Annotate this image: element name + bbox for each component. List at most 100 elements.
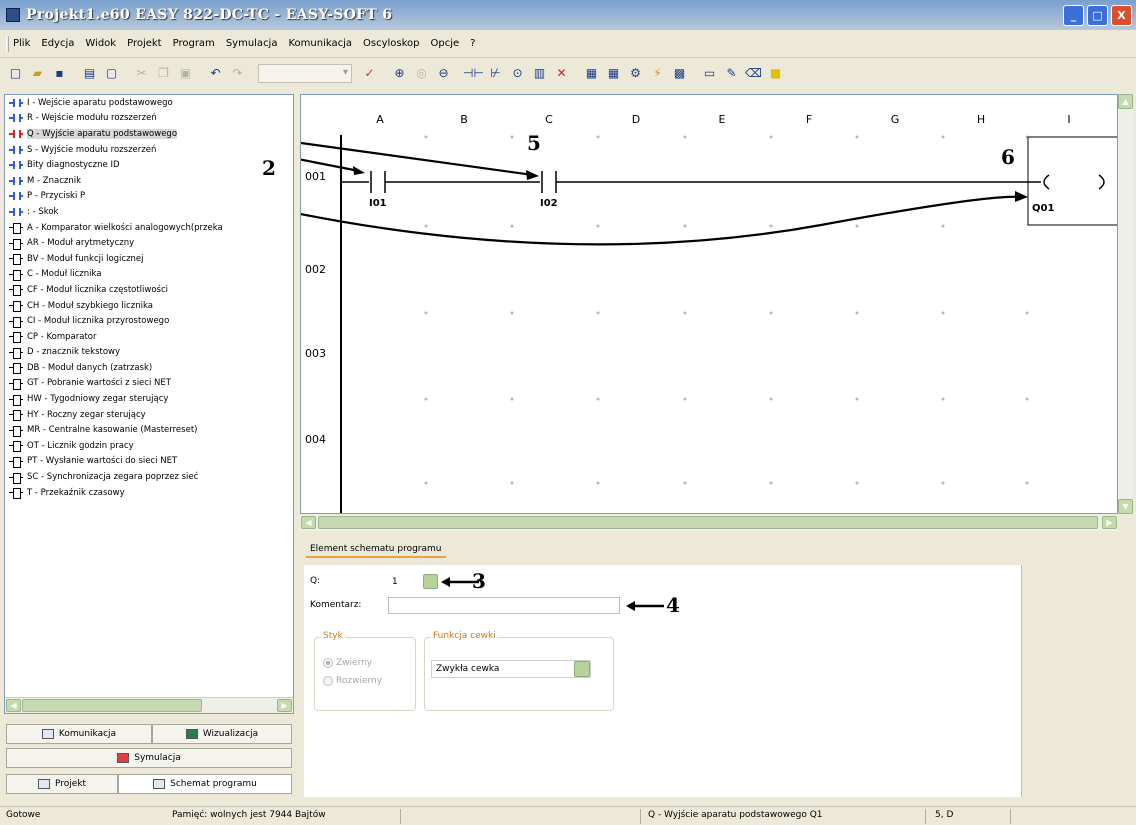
print-icon[interactable]: ▤	[80, 64, 99, 83]
zoom-out-icon[interactable]: ⊖	[434, 64, 453, 83]
arrowhead-i01	[353, 166, 365, 175]
contact-icon	[9, 176, 23, 185]
dropdown-arrow-icon[interactable]	[574, 661, 590, 677]
save-icon[interactable]: ▪	[50, 64, 69, 83]
dropdown-arrow-icon[interactable]	[423, 574, 438, 589]
insert-coil-icon[interactable]: ⊙	[508, 64, 527, 83]
tree-item[interactable]: DB - Moduł danych (zatrzask)	[5, 360, 293, 376]
tree-item-selected[interactable]: Q - Wyjście aparatu podstawowego	[5, 126, 293, 142]
scroll-left-icon[interactable]: ◀	[301, 516, 316, 529]
menu-oscyloskop[interactable]: Oscyloskop	[363, 38, 420, 49]
tree-item[interactable]: GT - Pobranie wartości z sieci NET	[5, 376, 293, 392]
view-blocks-icon[interactable]: ▩	[670, 64, 689, 83]
menu-help[interactable]: ?	[470, 38, 475, 49]
annotation-5: 5	[527, 131, 541, 155]
scroll-down-icon[interactable]: ▼	[1118, 499, 1133, 514]
tree-item[interactable]: CP - Komparator	[5, 329, 293, 345]
tree-horizontal-scrollbar[interactable]: ◀ ▶	[5, 697, 293, 713]
tree-item[interactable]: PT - Wysłanie wartości do sieci NET	[5, 454, 293, 470]
eraser-icon[interactable]: ⌫	[744, 64, 763, 83]
copy-icon[interactable]: ❐	[154, 64, 173, 83]
undo-icon[interactable]: ↶	[206, 64, 225, 83]
tree-item[interactable]: OT - Licznik godzin pracy	[5, 438, 293, 454]
insert-contact-icon[interactable]: ⊣⊢	[463, 64, 484, 83]
scroll-right-icon[interactable]: ▶	[1102, 516, 1117, 529]
annotation-2: 2	[262, 156, 276, 180]
view-network-icon[interactable]: ⚙	[626, 64, 645, 83]
symulacja-tab[interactable]: Symulacja	[6, 748, 292, 768]
menu-symulacja[interactable]: Symulacja	[226, 38, 278, 49]
ladder-diagram[interactable]: A B C D E F G H I 001 002 003 004 I01 I0…	[300, 94, 1118, 514]
insert-nc-contact-icon[interactable]: ⊬	[486, 64, 505, 83]
tree-item[interactable]: AR - Moduł arytmetyczny	[5, 235, 293, 251]
print-preview-icon[interactable]: ▢	[102, 64, 121, 83]
tree-item[interactable]: MR - Centralne kasowanie (Masterreset)	[5, 422, 293, 438]
tree-item[interactable]: CI - Moduł licznika przyrostowego	[5, 313, 293, 329]
view-grid-icon[interactable]: ▦	[582, 64, 601, 83]
menu-komunikacja[interactable]: Komunikacja	[288, 38, 352, 49]
tree-item[interactable]: C - Moduł licznika	[5, 267, 293, 283]
zoom-in-icon[interactable]: ⊕	[390, 64, 409, 83]
radio-zwierny[interactable]: Zwierny	[323, 658, 372, 668]
view-table-icon[interactable]: ▦	[604, 64, 623, 83]
tree-item[interactable]: BV - Moduł funkcji logicznej	[5, 251, 293, 267]
tree-item[interactable]: Bity diagnostyczne ID	[5, 157, 293, 173]
tree-item[interactable]: A - Komparator wielkości analogowych(prz…	[5, 220, 293, 236]
redo-icon[interactable]: ↷	[228, 64, 247, 83]
wizualizacja-tab[interactable]: Wizualizacja	[152, 724, 292, 744]
properties-tab[interactable]: Element schematu programu	[306, 542, 446, 558]
paste-icon[interactable]: ▣	[176, 64, 195, 83]
tree-item[interactable]: M - Znacznik	[5, 173, 293, 189]
tree-item[interactable]: S - Wyjście modułu rozszerzeń	[5, 142, 293, 158]
scroll-right-icon[interactable]: ▶	[277, 699, 292, 712]
tree-item[interactable]: I - Wejście aparatu podstawowego	[5, 95, 293, 111]
menu-projekt[interactable]: Projekt	[127, 38, 162, 49]
tree-item[interactable]: D - znacznik tekstowy	[5, 345, 293, 361]
scroll-up-icon[interactable]: ▲	[1118, 94, 1133, 109]
tree-item[interactable]: SC - Synchronizacja zegara poprzez sieć	[5, 469, 293, 485]
tree-item[interactable]: : - Skok	[5, 204, 293, 220]
grammar-check-icon[interactable]: ✓	[360, 64, 379, 83]
coil-function-select[interactable]: Zwykła cewka	[431, 660, 591, 678]
view-flash-icon[interactable]: ⚡	[648, 64, 667, 83]
pencil-icon[interactable]: ✎	[722, 64, 741, 83]
komunikacja-tab[interactable]: Komunikacja	[6, 724, 152, 744]
tree-item[interactable]: P - Przyciski P	[5, 189, 293, 205]
q-number-select[interactable]: 1	[388, 573, 438, 590]
scroll-thumb[interactable]	[318, 516, 1098, 529]
ladder-vertical-scrollbar[interactable]: ▲ ▼	[1118, 94, 1133, 514]
tree-item[interactable]: T - Przekaźnik czasowy	[5, 485, 293, 501]
module-icon	[9, 363, 23, 375]
menu-program[interactable]: Program	[173, 38, 215, 49]
tree-item[interactable]: HW - Tygodniowy zegar sterujący	[5, 391, 293, 407]
minimize-button[interactable]: _	[1063, 5, 1084, 26]
tree-item[interactable]: CH - Moduł szybkiego licznika	[5, 298, 293, 314]
insert-module-icon[interactable]: ▥	[530, 64, 549, 83]
new-file-icon[interactable]: □	[6, 64, 25, 83]
scroll-thumb[interactable]	[22, 699, 202, 712]
menu-opcje[interactable]: Opcje	[431, 38, 460, 49]
ladder-horizontal-scrollbar[interactable]: ◀ ▶	[300, 515, 1118, 531]
open-folder-icon[interactable]: ▰	[28, 64, 47, 83]
styk-group: Styk Zwierny Rozwierny	[314, 631, 416, 711]
menu-widok[interactable]: Widok	[85, 38, 116, 49]
zoom-combo[interactable]	[258, 63, 352, 83]
tree-item[interactable]: R - Wejście modułu rozszerzeń	[5, 111, 293, 127]
tree-item[interactable]: HY - Roczny zegar sterujący	[5, 407, 293, 423]
cut-icon[interactable]: ✂	[132, 64, 151, 83]
delete-icon[interactable]: ✕	[552, 64, 571, 83]
frame-icon[interactable]: ▭	[700, 64, 719, 83]
contact-i02-label: I02	[540, 198, 558, 209]
zoom-reset-icon[interactable]: ◎	[412, 64, 431, 83]
schemat-programu-tab[interactable]: Schemat programu	[118, 774, 292, 794]
tree-item[interactable]: CF - Moduł licznika częstotliwości	[5, 282, 293, 298]
menu-plik[interactable]: Plik	[13, 38, 30, 49]
maximize-button[interactable]: □	[1087, 5, 1108, 26]
close-button[interactable]: X	[1111, 5, 1132, 26]
menu-edycja[interactable]: Edycja	[41, 38, 74, 49]
radio-rozwierny[interactable]: Rozwierny	[323, 676, 382, 686]
projekt-tab[interactable]: Projekt	[6, 774, 118, 794]
comment-field[interactable]	[388, 597, 620, 614]
scroll-left-icon[interactable]: ◀	[6, 699, 21, 712]
note-icon[interactable]: ■	[766, 64, 785, 83]
